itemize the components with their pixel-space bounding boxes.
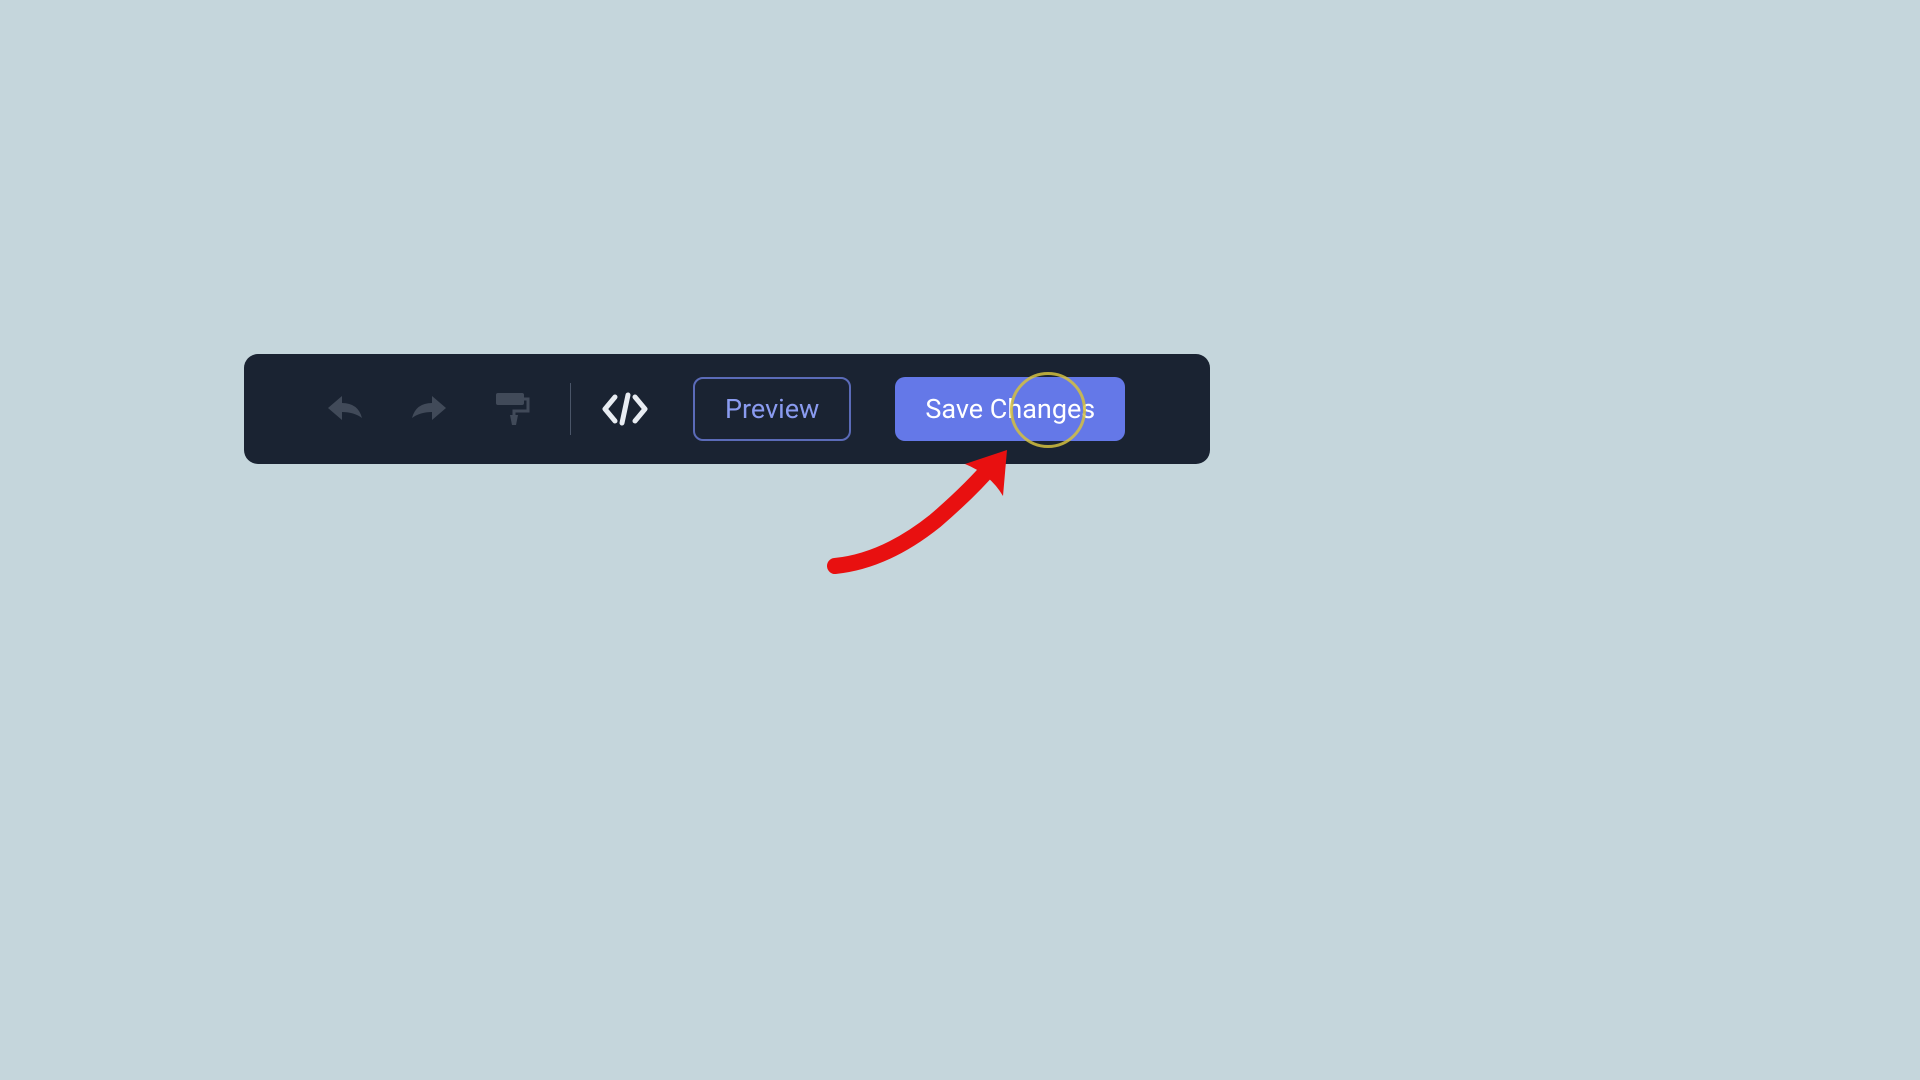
toolbar-icon-group bbox=[324, 389, 532, 429]
redo-button[interactable] bbox=[408, 390, 450, 428]
undo-button[interactable] bbox=[324, 390, 366, 428]
redo-icon bbox=[408, 390, 450, 428]
save-button-label: Save Changes bbox=[925, 393, 1095, 425]
paint-format-icon bbox=[492, 389, 532, 429]
paint-format-button[interactable] bbox=[492, 389, 532, 429]
code-view-button[interactable] bbox=[601, 391, 649, 427]
undo-icon bbox=[324, 390, 366, 428]
save-changes-button[interactable]: Save Changes bbox=[895, 377, 1125, 441]
editor-toolbar: Preview Save Changes bbox=[244, 354, 1210, 464]
preview-button-label: Preview bbox=[725, 393, 819, 425]
toolbar-divider bbox=[570, 383, 571, 435]
arrow-annotation bbox=[825, 446, 1025, 590]
preview-button[interactable]: Preview bbox=[693, 377, 851, 441]
code-icon bbox=[601, 391, 649, 427]
